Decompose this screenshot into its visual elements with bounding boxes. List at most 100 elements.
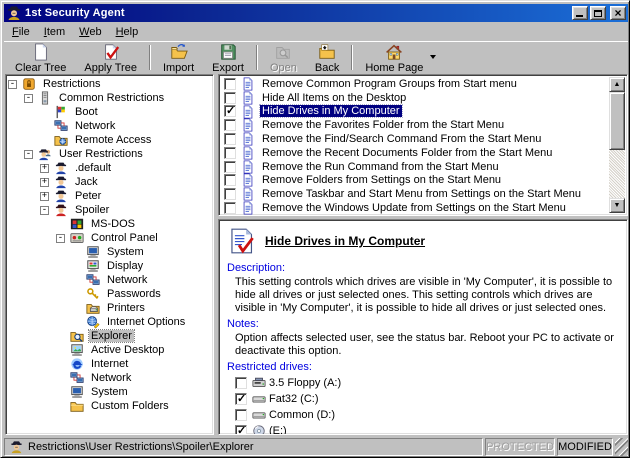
tree-item[interactable]: Custom Folders: [8, 399, 213, 413]
tree-expander-icon[interactable]: -: [56, 234, 65, 243]
list-item-checkbox[interactable]: [224, 92, 236, 104]
page-icon: [240, 91, 256, 105]
tree-item[interactable]: - Restrictions: [8, 77, 213, 91]
list-item[interactable]: Remove the Windows Update from Settings …: [221, 201, 609, 215]
toolbar-button[interactable]: Apply Tree: [75, 43, 146, 72]
drive-checkbox[interactable]: [235, 409, 247, 421]
drive-item[interactable]: (E:): [235, 423, 619, 435]
list-item-checkbox[interactable]: [224, 188, 236, 200]
list-item[interactable]: Remove Folders from Settings on the Star…: [221, 174, 609, 188]
tree-item[interactable]: Network: [8, 273, 213, 287]
list-item[interactable]: Remove Taskbar and Start Menu from Setti…: [221, 187, 609, 201]
tree-item[interactable]: Passwords: [8, 287, 213, 301]
toolbar-group: Open: [261, 43, 306, 72]
toolbar-button[interactable]: Home Page: [356, 43, 432, 72]
tree-expander-icon[interactable]: +: [40, 178, 49, 187]
status-spy-icon: [9, 440, 24, 454]
scrollbar-thumb[interactable]: [609, 92, 625, 150]
toolbar-button[interactable]: Import: [154, 43, 203, 72]
vertical-scrollbar[interactable]: ▲ ▼: [609, 77, 625, 213]
status-path-cell: Restrictions\User Restrictions\Spoiler\E…: [4, 438, 483, 456]
list-item[interactable]: Remove the Run Command from the Start Me…: [221, 160, 609, 174]
list-item-checkbox[interactable]: [224, 133, 236, 145]
tree-expander-icon[interactable]: -: [24, 150, 33, 159]
tree-item[interactable]: Remote Access: [8, 133, 213, 147]
tree-indent: [8, 154, 24, 155]
menu-item[interactable]: Item: [37, 24, 72, 40]
tree-item[interactable]: + Peter: [8, 189, 213, 203]
tree-item[interactable]: - User Restrictions: [8, 147, 213, 161]
tree-item-label: Network: [73, 120, 117, 132]
tree-expander-icon[interactable]: -: [8, 80, 17, 89]
list-item-checkbox[interactable]: [224, 105, 236, 117]
tree-item[interactable]: MS-DOS: [8, 217, 213, 231]
tree-item[interactable]: Explorer: [8, 329, 213, 343]
list-item-checkbox[interactable]: [224, 161, 236, 173]
list-item[interactable]: Remove the Recent Documents Folder from …: [221, 146, 609, 160]
tree-item[interactable]: Display: [8, 259, 213, 273]
dropdown-arrow-icon[interactable]: [430, 55, 436, 59]
tree-expander-icon[interactable]: +: [40, 164, 49, 173]
list-item-checkbox[interactable]: [224, 174, 236, 186]
tree-item[interactable]: - Control Panel: [8, 231, 213, 245]
tree-expander-icon[interactable]: -: [24, 94, 33, 103]
close-button[interactable]: ×: [610, 6, 626, 20]
restricted-drives-label: Restricted drives:: [227, 361, 619, 373]
toolbar-button[interactable]: Clear Tree: [6, 43, 75, 72]
drive-item[interactable]: Common (D:): [235, 407, 619, 423]
toolbar-group: Clear Tree: [6, 43, 75, 72]
list-item[interactable]: Remove Common Program Groups from Start …: [221, 77, 609, 91]
tree-item[interactable]: Boot: [8, 105, 213, 119]
list-item-checkbox[interactable]: [224, 78, 236, 90]
tree-item[interactable]: System: [8, 245, 213, 259]
drive-checkbox[interactable]: [235, 377, 247, 389]
toolbar-button[interactable]: Back: [306, 43, 348, 72]
scroll-down-button[interactable]: ▼: [609, 198, 625, 213]
tree-item[interactable]: Internet: [8, 357, 213, 371]
toolbar-button[interactable]: Open: [261, 43, 306, 72]
tree-item[interactable]: Network: [8, 119, 213, 133]
user-icon: [53, 161, 69, 175]
minimize-button[interactable]: [572, 6, 588, 20]
list-item-checkbox[interactable]: [224, 147, 236, 159]
tree-item-label: Network: [89, 372, 133, 384]
tree-item[interactable]: Network: [8, 371, 213, 385]
tree-item[interactable]: Internet Options: [8, 315, 213, 329]
list-item[interactable]: Hide All Items on the Desktop: [221, 91, 609, 105]
tree-item[interactable]: + Jack: [8, 175, 213, 189]
tree-item-label: Network: [105, 274, 149, 286]
drive-item[interactable]: 3.5 Floppy (A:): [235, 375, 619, 391]
menu-item[interactable]: Help: [109, 24, 146, 40]
tree-expander-icon[interactable]: -: [40, 206, 49, 215]
tree-item-label: Boot: [73, 106, 100, 118]
restricted-drives-list: 3.5 Floppy (A:) Fat32 (C:) Common (D:) (…: [227, 375, 619, 435]
list-item[interactable]: Remove the Favorites Folder from the Sta…: [221, 118, 609, 132]
drive-checkbox[interactable]: [235, 393, 247, 405]
list-item[interactable]: Remove the Find/Search Command From the …: [221, 132, 609, 146]
tree-item[interactable]: - Common Restrictions: [8, 91, 213, 105]
scroll-up-button[interactable]: ▲: [609, 77, 625, 92]
toolbar-button[interactable]: Export: [203, 43, 253, 72]
list-item-label: Remove the Find/Search Command From the …: [260, 133, 543, 145]
tree-expander-icon[interactable]: +: [40, 192, 49, 201]
maximize-button[interactable]: [590, 6, 606, 20]
tree-item[interactable]: + .default: [8, 161, 213, 175]
menu-item[interactable]: File: [5, 24, 37, 40]
page-icon: [240, 173, 256, 187]
drive-item[interactable]: Fat32 (C:): [235, 391, 619, 407]
resize-grip[interactable]: [615, 438, 628, 456]
floppy-drive-icon: [251, 376, 267, 390]
tree-item-label: Peter: [73, 190, 103, 202]
list-item-checkbox[interactable]: [224, 202, 236, 214]
window-title: 1st Security Agent: [25, 7, 570, 19]
tree-item[interactable]: Printers: [8, 301, 213, 315]
tree-item[interactable]: Active Desktop: [8, 343, 213, 357]
tree-item[interactable]: System: [8, 385, 213, 399]
tree-item[interactable]: - Spoiler: [8, 203, 213, 217]
user-icon: [53, 189, 69, 203]
menu-item[interactable]: Web: [72, 24, 108, 40]
passwords-icon: [85, 287, 101, 301]
drive-checkbox[interactable]: [235, 425, 247, 435]
list-item[interactable]: Hide Drives in My Computer: [221, 105, 609, 119]
list-item-checkbox[interactable]: [224, 119, 236, 131]
